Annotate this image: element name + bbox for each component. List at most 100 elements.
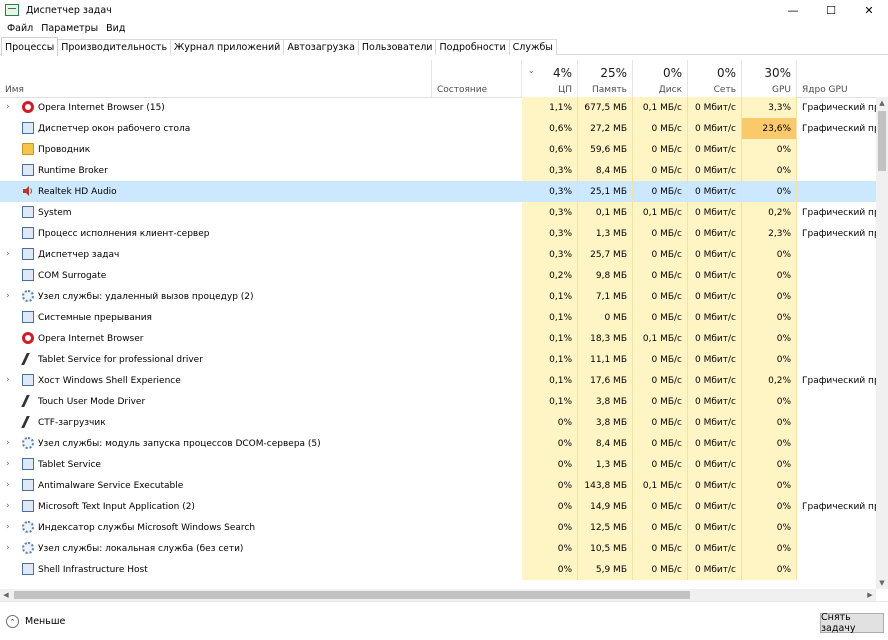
close-button[interactable]: ✕	[850, 0, 888, 20]
menu-view[interactable]: Вид	[102, 23, 129, 34]
cell-disk: 0 МБ/с	[633, 118, 688, 139]
process-row[interactable]: Диспетчер окон рабочего стола 0,6% 27,2 МБ…	[0, 118, 876, 139]
process-row[interactable]: Tablet Service for professional driver 0,…	[0, 349, 876, 370]
expand-chevron-icon[interactable]: ›	[6, 249, 10, 259]
end-task-button[interactable]: Снять задачу	[820, 612, 884, 634]
expand-chevron-icon[interactable]: ›	[6, 459, 10, 469]
expand-chevron-icon[interactable]: ›	[6, 543, 10, 553]
cell-cpu: 0,3%	[522, 244, 578, 265]
process-row[interactable]: › Узел службы: модуль запуска процессов D…	[0, 433, 876, 454]
column-cpu[interactable]: ⌄ 4% ЦП	[522, 60, 578, 98]
process-row[interactable]: Процесс исполнения клиент-сервер 0,3% 1,3 …	[0, 223, 876, 244]
tab-users[interactable]: Пользователи	[357, 39, 437, 55]
gear-icon	[22, 542, 34, 554]
cell-disk: 0 МБ/с	[633, 139, 688, 160]
expand-chevron-icon[interactable]: ›	[6, 438, 10, 448]
process-row[interactable]: Realtek HD Audio 0,3% 25,1 МБ 0 МБ/с 0 Мбит/…	[0, 181, 876, 202]
process-row[interactable]: Системные прерывания 0,1% 0 МБ 0 МБ/с 0 Мбит…	[0, 307, 876, 328]
gear-icon	[22, 290, 34, 302]
cell-disk: 0 МБ/с	[633, 559, 688, 580]
process-row[interactable]: COM Surrogate 0,2% 9,8 МБ 0 МБ/с 0 Мбит/с 0%	[0, 265, 876, 286]
cell-disk: 0 МБ/с	[633, 181, 688, 202]
column-gpu[interactable]: 30% GPU	[742, 60, 797, 98]
pen-icon	[21, 416, 35, 428]
opera-icon	[22, 101, 34, 113]
process-row[interactable]: › Хост Windows Shell Experience 0,1% 17,6 М…	[0, 370, 876, 391]
opera-icon	[22, 332, 34, 344]
pen-icon	[21, 395, 35, 407]
cell-gpu-engine	[797, 286, 876, 307]
cell-gpu-engine	[797, 559, 876, 580]
process-row[interactable]: System 0,3% 0,1 МБ 0,1 МБ/с 0 Мбит/с 0,2% Граф…	[0, 202, 876, 223]
process-row[interactable]: Runtime Broker 0,3% 8,4 МБ 0 МБ/с 0 Мбит/с 0%	[0, 160, 876, 181]
cell-disk: 0 МБ/с	[633, 391, 688, 412]
cell-gpu: 3,3%	[742, 97, 797, 118]
process-row[interactable]: › Диспетчер задач 0,3% 25,7 МБ 0 МБ/с 0 Мбит/…	[0, 244, 876, 265]
column-network[interactable]: 0% Сеть	[688, 60, 742, 98]
cell-gpu-engine	[797, 160, 876, 181]
scroll-up-icon[interactable]: ▲	[876, 97, 888, 109]
horizontal-scroll-thumb[interactable]	[14, 591, 690, 599]
minimize-button[interactable]: —	[774, 0, 812, 20]
expand-chevron-icon[interactable]: ›	[6, 501, 10, 511]
cell-disk: 0 МБ/с	[633, 307, 688, 328]
process-row[interactable]: › Индексатор службы Microsoft Windows Sea…	[0, 517, 876, 538]
menu-options[interactable]: Параметры	[37, 23, 102, 34]
cell-mem: 1,3 МБ	[578, 223, 633, 244]
process-row[interactable]: › Microsoft Text Input Application (2) 0% 1…	[0, 496, 876, 517]
process-row[interactable]: Shell Infrastructure Host 0% 5,9 МБ 0 МБ/с 0…	[0, 559, 876, 580]
column-disk[interactable]: 0% Диск	[633, 60, 688, 98]
pen-icon	[21, 353, 35, 365]
scroll-right-icon[interactable]: ▶	[864, 589, 876, 601]
cell-gpu: 0,2%	[742, 370, 797, 391]
cell-disk: 0 МБ/с	[633, 496, 688, 517]
process-row[interactable]: Touch User Mode Driver 0,1% 3,8 МБ 0 МБ/с 0 …	[0, 391, 876, 412]
expand-chevron-icon[interactable]: ›	[6, 375, 10, 385]
tab-performance[interactable]: Производительность	[57, 39, 172, 55]
cell-disk: 0,1 МБ/с	[633, 202, 688, 223]
process-name: COM Surrogate	[38, 270, 107, 281]
maximize-button[interactable]: ☐	[812, 0, 850, 20]
column-memory[interactable]: 25% Память	[578, 60, 633, 98]
cell-disk: 0 МБ/с	[633, 223, 688, 244]
cell-net: 0 Мбит/с	[688, 412, 742, 433]
cell-gpu-engine: Графический про	[802, 375, 876, 386]
window-controls: — ☐ ✕	[774, 0, 888, 20]
tab-app-history[interactable]: Журнал приложений	[170, 39, 285, 55]
process-row[interactable]: › Opera Internet Browser (15) 1,1% 677,5 МБ…	[0, 97, 876, 118]
process-list: › Opera Internet Browser (15) 1,1% 677,5 МБ…	[0, 97, 876, 589]
cell-mem: 3,8 МБ	[578, 391, 633, 412]
fewer-details-button[interactable]: ⌃ Меньше	[6, 615, 65, 628]
scroll-down-icon[interactable]: ▼	[876, 577, 888, 589]
process-row[interactable]: Opera Internet Browser 0,1% 18,3 МБ 0,1 МБ/…	[0, 328, 876, 349]
scroll-left-icon[interactable]: ◀	[0, 589, 12, 601]
column-name[interactable]: Имя	[0, 60, 432, 98]
cell-disk: 0 МБ/с	[633, 349, 688, 370]
horizontal-scrollbar[interactable]: ◀ ▶	[0, 589, 876, 601]
tab-services[interactable]: Службы	[508, 39, 557, 55]
column-status[interactable]: Состояние	[432, 60, 522, 98]
process-row[interactable]: › Узел службы: локальная служба (без сети…	[0, 538, 876, 559]
expand-chevron-icon[interactable]: ›	[6, 102, 10, 112]
cell-gpu-engine	[797, 181, 876, 202]
process-row[interactable]: › Узел службы: удаленный вызов процедур (…	[0, 286, 876, 307]
process-row[interactable]: › Antimalware Service Executable 0% 143,8 М…	[0, 475, 876, 496]
cell-gpu-engine: Графический про	[802, 102, 876, 113]
cell-gpu-engine	[797, 244, 876, 265]
vertical-scrollbar[interactable]: ▲ ▼	[876, 97, 888, 589]
expand-chevron-icon[interactable]: ›	[6, 480, 10, 490]
process-name: Opera Internet Browser (15)	[38, 102, 165, 113]
tab-details[interactable]: Подробности	[435, 39, 510, 55]
column-gpu-engine[interactable]: Ядро GPU	[797, 60, 876, 98]
process-row[interactable]: Проводник 0,6% 59,6 МБ 0 МБ/с 0 Мбит/с 0%	[0, 139, 876, 160]
tab-processes[interactable]: Процессы	[1, 37, 59, 56]
tab-startup[interactable]: Автозагрузка	[283, 39, 359, 55]
cell-gpu: 0%	[742, 475, 797, 496]
menu-file[interactable]: Файл	[3, 23, 37, 34]
expand-chevron-icon[interactable]: ›	[6, 522, 10, 532]
cell-gpu: 0%	[742, 391, 797, 412]
vertical-scroll-thumb[interactable]	[878, 111, 886, 171]
expand-chevron-icon[interactable]: ›	[6, 291, 10, 301]
process-row[interactable]: › Tablet Service 0% 1,3 МБ 0 МБ/с 0 Мбит/с 0%	[0, 454, 876, 475]
process-row[interactable]: CTF-загрузчик 0% 3,8 МБ 0 МБ/с 0 Мбит/с 0%	[0, 412, 876, 433]
